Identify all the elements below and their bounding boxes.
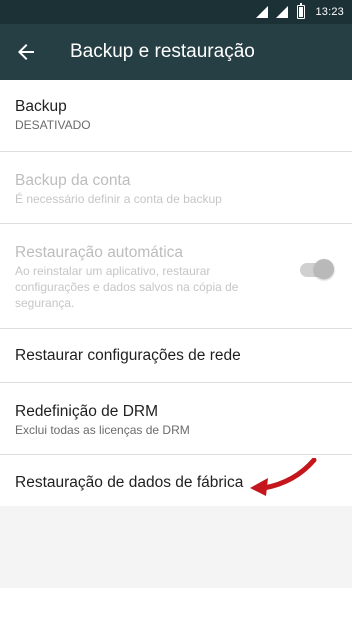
backup-account-summary: É necessário definir a conta de backup bbox=[15, 192, 222, 206]
cell-signal-icon bbox=[276, 6, 289, 18]
back-button[interactable] bbox=[12, 38, 40, 66]
status-time: 13:23 bbox=[315, 6, 344, 18]
network-reset-title: Restaurar configurações de rede bbox=[15, 347, 241, 364]
app-bar: Backup e restauração bbox=[0, 24, 352, 80]
arrow-back-icon bbox=[18, 44, 34, 60]
auto-restore-title: Restauração automática bbox=[15, 244, 184, 261]
backup-account-setting: Backup da conta É necessário definir a c… bbox=[0, 152, 352, 224]
auto-restore-setting: Restauração automática Ao reinstalar um … bbox=[0, 224, 352, 329]
battery-icon bbox=[297, 3, 306, 19]
backup-setting[interactable]: Backup DESATIVADO bbox=[0, 80, 352, 152]
drm-reset-setting[interactable]: Redefinição de DRM Exclui todas as licen… bbox=[0, 383, 352, 455]
annotation-arrow-icon bbox=[250, 458, 317, 496]
auto-restore-summary: Ao reinstalar um aplicativo, restaurar c… bbox=[15, 264, 239, 310]
backup-summary: DESATIVADO bbox=[15, 118, 91, 132]
network-reset-setting[interactable]: Restaurar configurações de rede bbox=[0, 329, 352, 383]
page-title: Backup e restauração bbox=[70, 41, 255, 62]
backup-account-title: Backup da conta bbox=[15, 172, 131, 189]
backup-title: Backup bbox=[15, 98, 67, 115]
empty-area bbox=[0, 506, 352, 588]
wifi-signal-icon bbox=[256, 6, 269, 18]
drm-reset-title: Redefinição de DRM bbox=[15, 403, 159, 420]
status-bar: 13:23 bbox=[0, 0, 352, 24]
auto-restore-toggle bbox=[300, 259, 334, 279]
toggle-thumb bbox=[314, 259, 334, 279]
drm-reset-summary: Exclui todas as licenças de DRM bbox=[15, 423, 190, 437]
settings-list: Backup DESATIVADO Backup da conta É nece… bbox=[0, 80, 352, 510]
status-icons: 13:23 bbox=[255, 0, 344, 24]
